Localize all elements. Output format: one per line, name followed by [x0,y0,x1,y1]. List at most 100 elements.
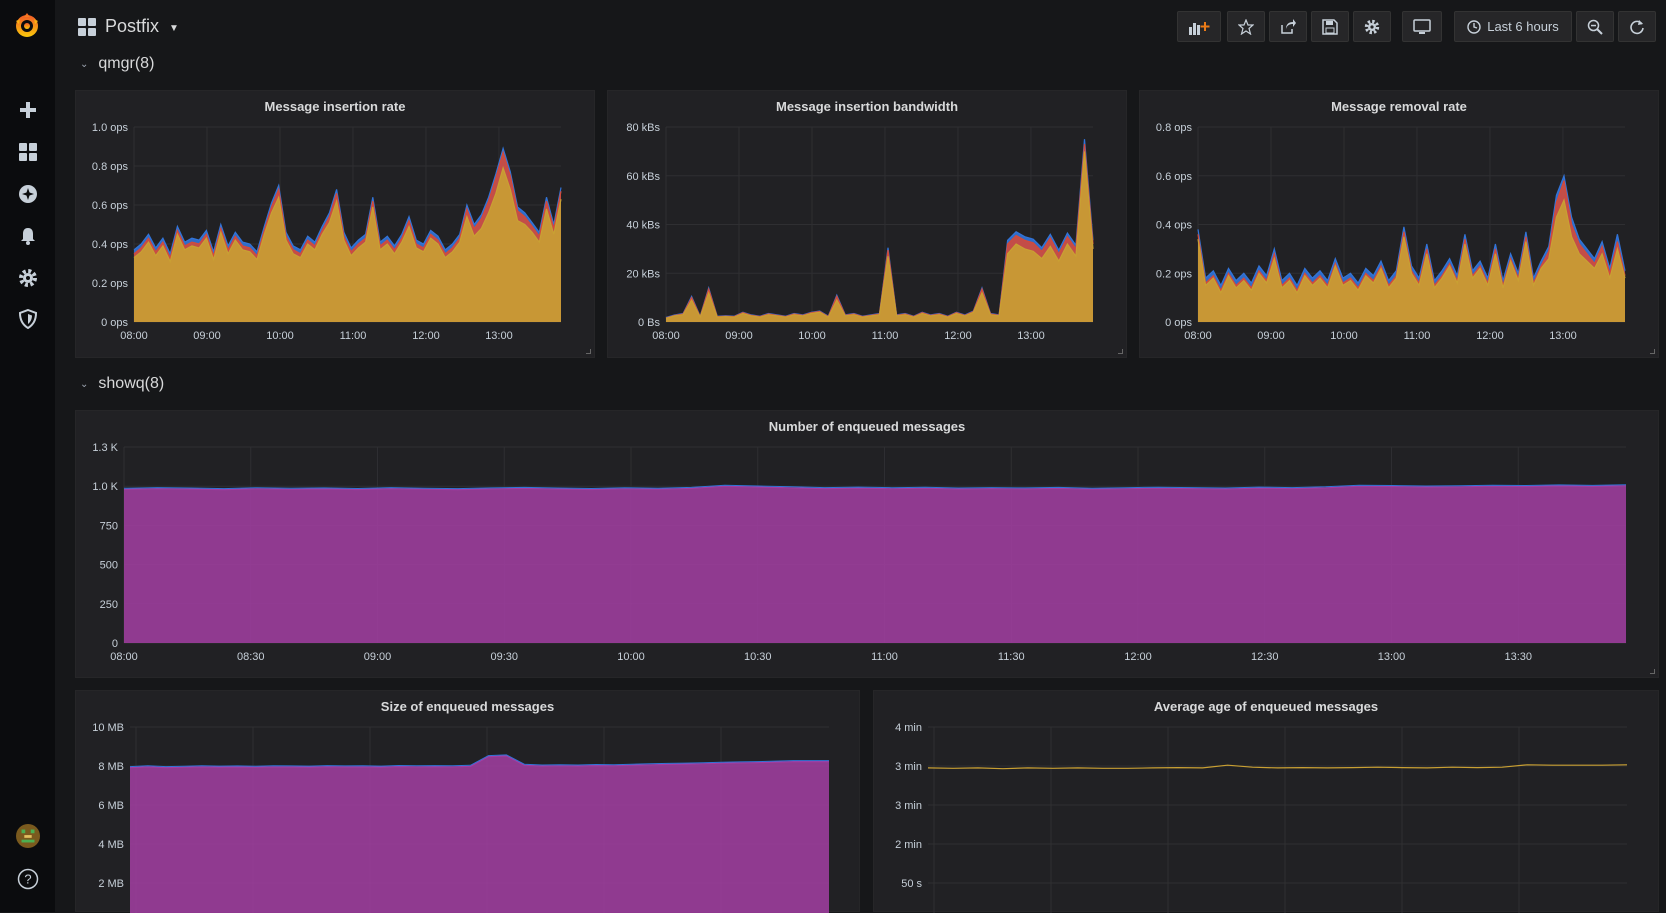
settings-button[interactable] [1353,11,1391,42]
refresh-icon [1630,19,1644,34]
x-tick-label: 11:00 [1404,330,1431,342]
y-tick-label: 8 MB [98,761,124,773]
dashboards-icon[interactable] [16,140,40,164]
chart-size-of-enqueued-messages[interactable]: 10 MB 8 MB 6 MB 4 MB 2 MB [76,691,861,913]
refresh-button[interactable] [1618,11,1656,42]
x-tick-label: 08:00 [652,330,680,342]
x-tick-label: 10:00 [617,651,645,663]
x-tick-label: 11:30 [998,651,1025,663]
clock-icon [1467,19,1481,34]
top-bar: Postfix ▼ Last 6 hours [55,0,1666,52]
chart-message-removal-rate[interactable]: 0.8 ops 0.6 ops 0.4 ops 0.2 ops 0 ops08:00 09… [1140,91,1660,359]
x-tick-label: 12:30 [1251,651,1279,663]
y-tick-label: 0.6 ops [92,200,129,212]
x-tick-label: 10:30 [744,651,772,663]
x-tick-label: 12:00 [412,330,440,342]
row-qmgr[interactable]: ⌄ qmgr(8) [80,55,154,73]
y-tick-label: 4 MB [98,839,124,851]
chart-number-of-enqueued-messages[interactable]: 1.3 K 1.0 K 750 500 250 008:00 08:30 09:00 09:30… [76,411,1660,679]
zoom-out-button[interactable] [1576,11,1614,42]
series-area [1198,200,1625,322]
panel-average-age-of-enqueued-messages: Average age of enqueued messages 4 min 3 … [873,690,1660,913]
x-tick-label: 13:00 [485,330,513,342]
y-tick-label: 0.6 ops [1156,171,1193,183]
explore-compass-icon[interactable] [16,182,40,206]
y-tick-label: 10 MB [92,722,124,734]
grafana-logo-icon[interactable] [13,12,41,40]
x-tick-label: 10:00 [1330,330,1358,342]
y-tick-label: 500 [100,560,118,572]
panel-size-of-enqueued-messages: Size of enqueued messages 10 MB 8 MB 6 MB 4… [75,690,861,913]
x-tick-label: 13:00 [1549,330,1577,342]
row-showq[interactable]: ⌄ showq(8) [80,375,164,393]
x-tick-label: 09:00 [364,651,392,663]
svg-text:?: ? [24,872,31,887]
resize-handle[interactable] [1650,349,1655,354]
chart-average-age-of-enqueued-messages[interactable]: 4 min 3 min 3 min 2 min 50 s [874,691,1660,913]
y-tick-label: 4 min [895,722,922,734]
x-tick-label: 08:30 [237,651,265,663]
dashboard-picker[interactable]: Postfix ▼ [77,16,179,37]
panel-message-removal-rate: Message removal rate 0.8 ops 0.6 ops 0.4 o… [1139,90,1659,358]
x-tick-label: 11:00 [340,330,367,342]
resize-handle[interactable] [586,349,591,354]
avatar[interactable] [16,824,40,848]
chevron-down-icon: ⌄ [80,58,89,70]
shield-icon[interactable] [16,307,40,331]
gear-icon [1364,19,1380,34]
add-panel-icon [1189,21,1210,35]
x-tick-label: 12:00 [1476,330,1504,342]
y-tick-label: 0.8 ops [1156,122,1193,134]
y-tick-label: 3 min [895,800,922,812]
save-button[interactable] [1311,11,1349,42]
y-tick-label: 250 [100,599,118,611]
star-button[interactable] [1227,11,1265,42]
chart-message-insertion-bandwidth[interactable]: 80 kBs 60 kBs 40 kBs 20 kBs 0 Bs08:00 09:00 10… [608,91,1128,359]
add-panel-button[interactable] [1177,11,1221,42]
y-tick-label: 80 kBs [626,122,660,134]
y-tick-label: 1.3 K [92,442,118,454]
share-button[interactable] [1269,11,1307,42]
chart-message-insertion-rate[interactable]: 1.0 ops 0.8 ops 0.6 ops 0.4 ops 0.2 ops 0 ops… [76,91,596,359]
y-tick-label: 0.8 ops [92,161,129,173]
sidebar: ? [0,0,55,912]
x-tick-label: 10:00 [266,330,294,342]
row-title: showq(8) [98,375,165,392]
resize-handle[interactable] [1118,349,1123,354]
chevron-down-icon: ⌄ [80,378,89,390]
y-tick-label: 0.2 ops [1156,268,1193,280]
y-tick-label: 40 kBs [626,220,660,232]
series-area [124,485,1626,643]
y-tick-label: 0.4 ops [1156,220,1193,232]
y-tick-label: 3 min [895,761,922,773]
series-area [666,151,1093,322]
dashboards-icon [78,17,96,36]
panel-message-insertion-rate: Message insertion rate 1.0 ops 0.8 ops 0.6… [75,90,595,358]
y-tick-label: 60 kBs [626,171,660,183]
time-range-picker[interactable]: Last 6 hours [1454,11,1572,42]
bell-icon[interactable] [16,224,40,248]
y-tick-label: 20 kBs [626,268,660,280]
x-tick-label: 08:00 [110,651,138,663]
y-tick-label: 0.4 ops [92,239,129,251]
y-tick-label: 50 s [901,878,922,890]
plus-icon[interactable] [16,98,40,122]
y-tick-label: 1.0 K [92,481,118,493]
y-tick-label: 0.2 ops [92,278,129,290]
resize-handle[interactable] [1650,669,1655,674]
star-icon [1238,18,1254,35]
x-tick-label: 13:00 [1378,651,1406,663]
x-tick-label: 10:00 [798,330,826,342]
y-tick-label: 0 Bs [638,317,661,329]
time-range-label: Last 6 hours [1487,19,1559,34]
share-icon [1281,18,1296,34]
view-mode-button[interactable] [1402,11,1442,42]
x-tick-label: 11:00 [872,330,899,342]
row-title: qmgr(8) [98,55,155,72]
panel-message-insertion-bandwidth: Message insertion bandwidth 80 kBs 60 kBs… [607,90,1127,358]
y-tick-label: 2 MB [98,878,124,890]
gear-icon[interactable] [16,266,40,290]
caret-down-icon: ▼ [169,23,179,34]
help-icon[interactable]: ? [16,867,40,891]
x-tick-label: 12:00 [1124,651,1152,663]
